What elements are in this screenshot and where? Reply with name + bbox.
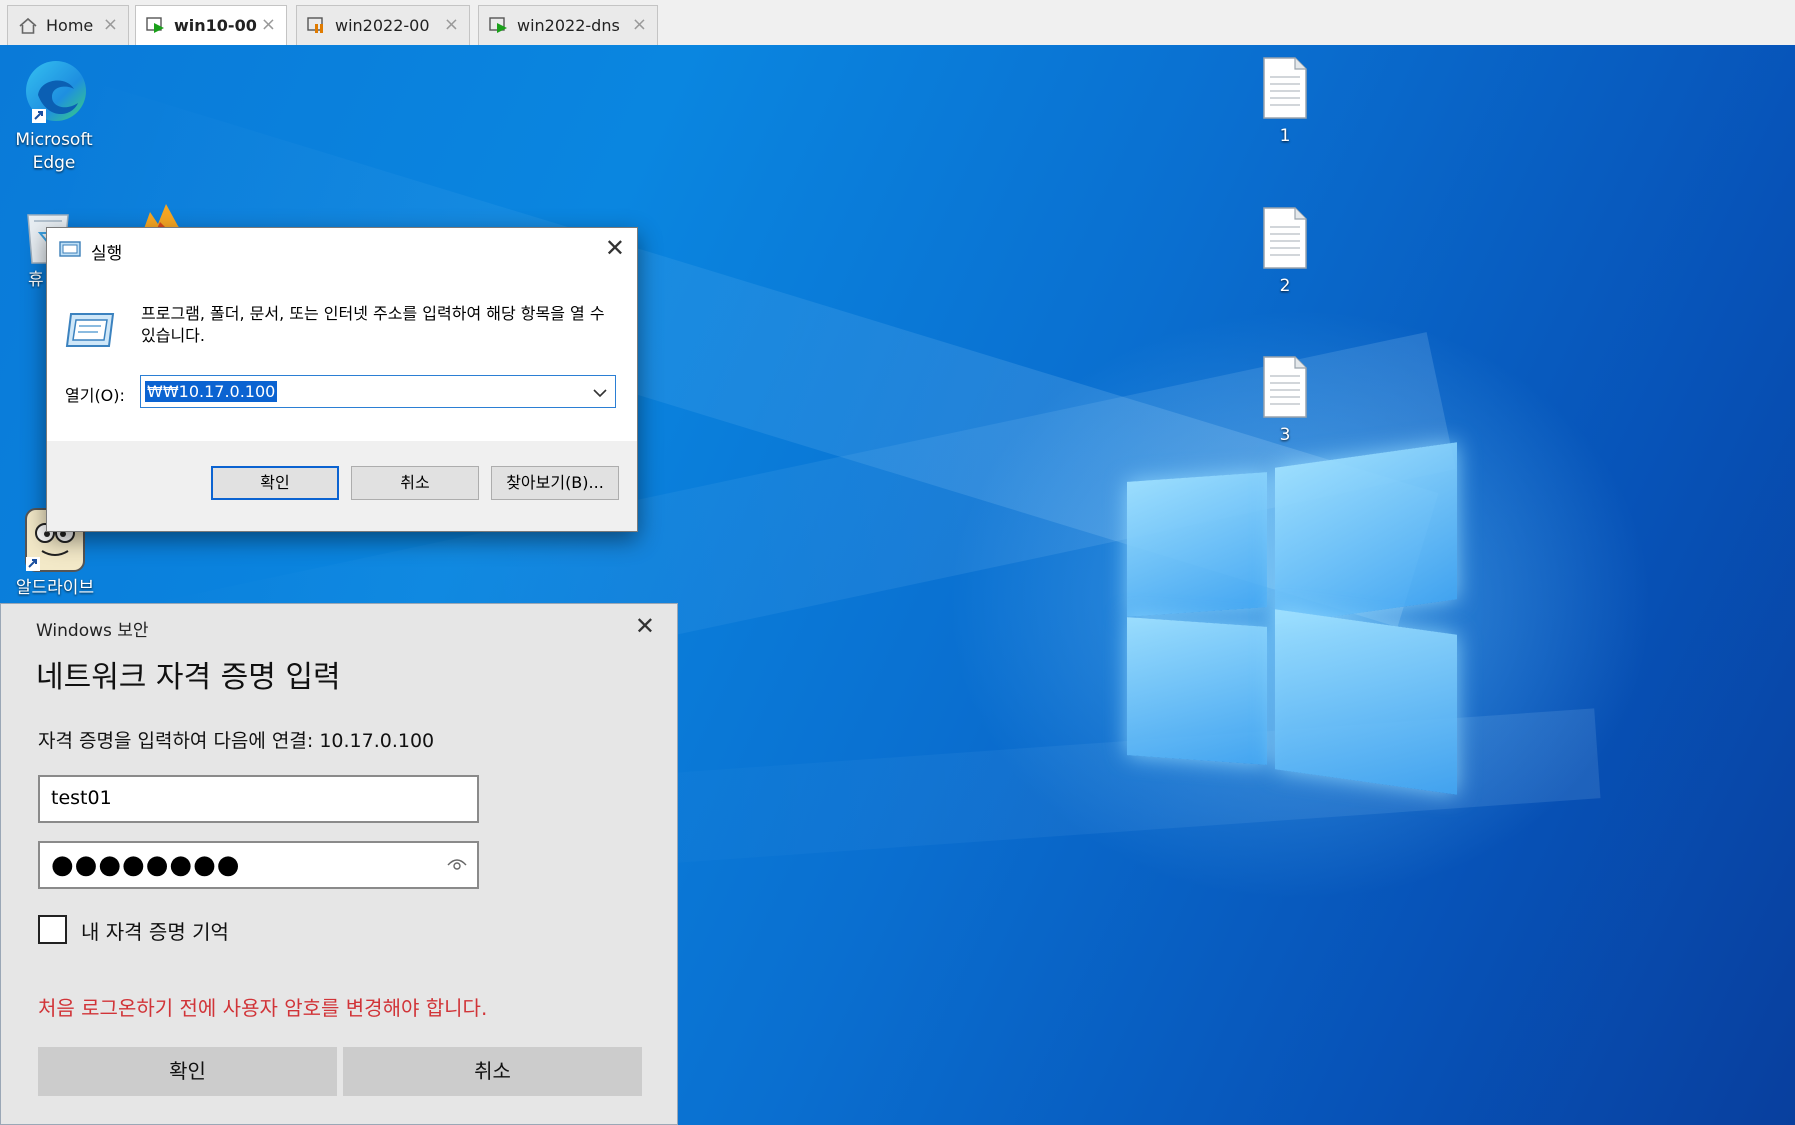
- edge-label-line1: Microsoft: [15, 130, 93, 150]
- tab-win2022-dns-close-icon[interactable]: ×: [632, 14, 647, 35]
- file-1-label: 1: [1279, 126, 1291, 146]
- recycle-bin-label: 휴: [28, 270, 44, 290]
- desktop-icon-edge[interactable]: Microsoft Edge: [4, 55, 104, 175]
- desktop-icon-file-3[interactable]: 3: [1235, 356, 1335, 447]
- vm-paused-icon: [307, 17, 323, 33]
- tab-home-close-icon[interactable]: ×: [103, 14, 118, 35]
- tab-win2022-00-label: win2022-00: [335, 16, 430, 35]
- run-dialog-title: 실행: [91, 244, 123, 264]
- tab-win2022-dns-label: win2022-dns: [517, 16, 620, 35]
- run-open-label: 열기(O):: [65, 386, 125, 405]
- text-document-icon: [1263, 57, 1307, 119]
- username-value: test01: [51, 787, 112, 809]
- text-document-icon: [1263, 207, 1307, 269]
- edge-icon: [26, 61, 86, 123]
- file-2-label: 2: [1279, 276, 1291, 296]
- run-icon: [59, 241, 81, 257]
- run-cancel-button[interactable]: 취소: [351, 466, 479, 500]
- remember-credentials-checkbox[interactable]: [38, 915, 67, 944]
- security-dialog-heading: 네트워크 자격 증명 입력: [36, 660, 341, 695]
- error-message: 처음 로그온하기 전에 사용자 암호를 변경해야 합니다.: [38, 996, 488, 1020]
- tab-win2022-dns[interactable]: win2022-dns ×: [478, 5, 658, 45]
- security-ok-button[interactable]: 확인: [38, 1047, 337, 1096]
- security-cancel-button[interactable]: 취소: [343, 1047, 642, 1096]
- username-field[interactable]: test01: [38, 775, 479, 823]
- run-dialog: 실행 ✕ 프로그램, 폴더, 문서, 또는 인터넷 주소를 입력하여 해당 항목…: [46, 227, 638, 532]
- tab-win10-00[interactable]: win10-00 ×: [135, 5, 287, 46]
- run-dialog-close-icon[interactable]: ✕: [605, 234, 625, 262]
- run-large-icon: [65, 313, 115, 347]
- vm-running-icon: [146, 17, 164, 33]
- security-dialog-caption: Windows 보안: [36, 621, 149, 641]
- aldrive-label: 알드라이브: [15, 578, 95, 598]
- edge-label-line2: Edge: [32, 153, 76, 173]
- desktop-icon-file-1[interactable]: 1: [1235, 57, 1335, 148]
- text-document-icon: [1263, 356, 1307, 418]
- chevron-down-icon[interactable]: [593, 382, 607, 402]
- tab-home[interactable]: Home ×: [7, 5, 129, 45]
- password-field[interactable]: ●●●●●●●●: [38, 841, 479, 889]
- home-icon: [19, 17, 37, 34]
- tab-win10-00-label: win10-00: [174, 16, 257, 35]
- password-mask: ●●●●●●●●: [51, 850, 241, 880]
- run-open-input[interactable]: ₩₩10.17.0.100: [140, 375, 616, 408]
- tab-win2022-00-close-icon[interactable]: ×: [444, 14, 459, 35]
- remember-credentials-label[interactable]: 내 자격 증명 기억: [81, 916, 229, 945]
- security-dialog-close-icon[interactable]: ✕: [635, 612, 655, 640]
- desktop-icon-file-2[interactable]: 2: [1235, 207, 1335, 298]
- windows-security-dialog: Windows 보안 ✕ 네트워크 자격 증명 입력 자격 증명을 입력하여 다…: [0, 603, 678, 1125]
- run-dialog-description: 프로그램, 폴더, 문서, 또는 인터넷 주소를 입력하여 해당 항목을 열 수…: [141, 304, 605, 345]
- vm-running-icon: [489, 17, 507, 33]
- tab-win10-00-close-icon[interactable]: ×: [261, 14, 276, 35]
- run-open-value[interactable]: ₩₩10.17.0.100: [145, 381, 278, 402]
- vm-tab-bar: Home × win10-00 × win2022-00 × win2022-d…: [0, 0, 1795, 46]
- reveal-password-eye-icon[interactable]: [447, 856, 467, 872]
- run-ok-button[interactable]: 확인: [211, 466, 339, 500]
- run-dialog-footer: 확인 취소 찾아보기(B)...: [47, 441, 637, 531]
- tab-home-label: Home: [46, 16, 94, 35]
- tab-win2022-00[interactable]: win2022-00 ×: [296, 5, 470, 45]
- file-3-label: 3: [1279, 425, 1291, 445]
- security-dialog-prompt: 자격 증명을 입력하여 다음에 연결: 10.17.0.100: [38, 730, 435, 752]
- run-browse-button[interactable]: 찾아보기(B)...: [491, 466, 619, 500]
